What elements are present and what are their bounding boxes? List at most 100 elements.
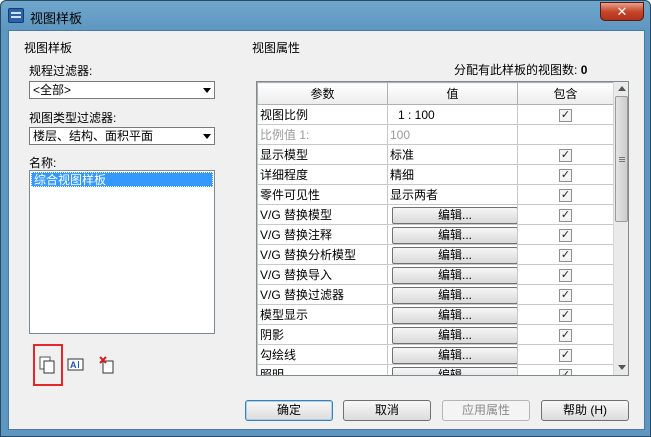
param-value-cell: 编辑... xyxy=(387,304,518,325)
edit-button[interactable]: 编辑... xyxy=(392,326,517,344)
include-cell: ✓ xyxy=(517,204,614,225)
include-checkbox[interactable]: ✓ xyxy=(559,208,572,222)
include-cell: ✓ xyxy=(517,144,614,165)
param-value-cell: 编辑... xyxy=(387,364,518,375)
apply-properties-button[interactable]: 应用属性 xyxy=(442,400,530,421)
edit-button[interactable]: 编辑... xyxy=(392,346,517,364)
include-cell: ✓ xyxy=(517,184,614,205)
include-cell: ✓ xyxy=(517,264,614,285)
table-row[interactable]: 详细程度 精细 ✓ xyxy=(257,164,614,185)
table-row[interactable]: V/G 替换注释 编辑... ✓ xyxy=(257,224,614,245)
delete-icon[interactable] xyxy=(97,354,119,376)
chevron-down-icon xyxy=(203,88,211,93)
view-type-filter-value: 楼层、结构、面积平面 xyxy=(33,129,154,143)
help-button[interactable]: 帮助 (H) xyxy=(541,400,629,421)
table-row[interactable]: V/G 替换分析模型 编辑... ✓ xyxy=(257,244,614,265)
svg-text:A: A xyxy=(70,360,77,370)
param-name-cell: V/G 替换分析模型 xyxy=(257,244,388,265)
param-value-cell: 编辑... xyxy=(387,324,518,345)
edit-button[interactable]: 编辑... xyxy=(392,366,517,375)
include-checkbox[interactable]: ✓ xyxy=(559,248,572,262)
table-row[interactable]: 比例值 1: 100 xyxy=(257,124,614,145)
table-row[interactable]: 阴影 编辑... ✓ xyxy=(257,324,614,345)
param-name-cell: V/G 替换过滤器 xyxy=(257,284,388,305)
param-value-cell: 100 xyxy=(387,124,518,145)
scroll-up-icon[interactable] xyxy=(618,86,626,91)
table-row[interactable]: V/G 替换模型 编辑... ✓ xyxy=(257,204,614,225)
include-cell: ✓ xyxy=(517,224,614,245)
cancel-button[interactable]: 取消 xyxy=(343,400,431,421)
include-checkbox[interactable]: ✓ xyxy=(559,108,572,122)
table-row[interactable]: 零件可见性 显示两者 ✓ xyxy=(257,184,614,205)
param-value-cell: 编辑... xyxy=(387,244,518,265)
assigned-count-label: 分配有此样板的视图数: xyxy=(454,63,578,77)
window-title: 视图样板 xyxy=(30,11,83,26)
view-type-filter-select[interactable]: 楼层、结构、面积平面 xyxy=(29,127,215,145)
column-header-include[interactable]: 包含 xyxy=(517,82,614,105)
edit-button[interactable]: 编辑... xyxy=(392,226,517,244)
include-checkbox[interactable]: ✓ xyxy=(559,268,572,282)
include-checkbox[interactable]: ✓ xyxy=(559,288,572,302)
param-value-cell[interactable]: 标准 xyxy=(387,144,518,165)
param-value-cell[interactable]: 精细 xyxy=(387,164,518,185)
table-row[interactable]: 勾绘线 编辑... ✓ xyxy=(257,344,614,365)
include-checkbox[interactable]: ✓ xyxy=(559,168,572,182)
include-checkbox[interactable]: ✓ xyxy=(559,348,572,362)
param-name-cell: 视图比例 xyxy=(257,104,388,125)
include-checkbox[interactable]: ✓ xyxy=(559,328,572,342)
include-cell: ✓ xyxy=(517,284,614,305)
duplicate-icon[interactable] xyxy=(37,354,59,376)
include-cell: ✓ xyxy=(517,344,614,365)
include-checkbox[interactable]: ✓ xyxy=(559,188,572,202)
param-value-cell: 编辑... xyxy=(387,224,518,245)
scroll-thumb[interactable] xyxy=(615,96,628,222)
param-name-cell: V/G 替换注释 xyxy=(257,224,388,245)
column-header-param[interactable]: 参数 xyxy=(257,82,388,105)
param-name-cell: 显示模型 xyxy=(257,144,388,165)
param-name-cell: 模型显示 xyxy=(257,304,388,325)
table-row[interactable]: 视图比例 1 : 100 ✓ xyxy=(257,104,614,125)
include-cell: ✓ xyxy=(517,104,614,125)
include-checkbox[interactable]: ✓ xyxy=(559,368,572,375)
discipline-filter-label: 规程过滤器: xyxy=(29,64,93,78)
table-row[interactable]: 照明 编辑... ✓ xyxy=(257,364,614,375)
param-name-cell: 阴影 xyxy=(257,324,388,345)
param-name-cell: V/G 替换导入 xyxy=(257,264,388,285)
include-cell: ✓ xyxy=(517,364,614,375)
template-name-list[interactable]: 综合视图样板 xyxy=(29,170,215,334)
param-value-cell[interactable]: 显示两者 xyxy=(387,184,518,205)
table-row[interactable]: V/G 替换过滤器 编辑... ✓ xyxy=(257,284,614,305)
include-checkbox[interactable]: ✓ xyxy=(559,148,572,162)
ok-button[interactable]: 确定 xyxy=(245,400,333,421)
param-value-cell: 编辑... xyxy=(387,264,518,285)
edit-button[interactable]: 编辑... xyxy=(392,206,517,224)
names-label: 名称: xyxy=(29,156,57,170)
include-checkbox[interactable]: ✓ xyxy=(559,228,572,242)
table-row[interactable]: 模型显示 编辑... ✓ xyxy=(257,304,614,325)
close-button[interactable]: ✕ xyxy=(600,2,644,21)
vertical-scrollbar[interactable] xyxy=(613,82,628,375)
scroll-down-icon[interactable] xyxy=(618,365,626,370)
include-checkbox[interactable]: ✓ xyxy=(559,308,572,322)
view-type-filter-label: 视图类型过滤器: xyxy=(29,111,117,125)
include-cell: ✓ xyxy=(517,164,614,185)
title-bar[interactable]: 视图样板 ✕ xyxy=(1,1,650,31)
edit-button[interactable]: 编辑... xyxy=(392,246,517,264)
view-properties-grid[interactable]: 参数 值 包含 视图比例 1 : 100 ✓ 比例值 1: 100 显示模型 标准 ✓ 详细程度… xyxy=(256,81,629,376)
column-header-value[interactable]: 值 xyxy=(387,82,518,105)
param-name-cell: V/G 替换模型 xyxy=(257,204,388,225)
table-row[interactable]: 显示模型 标准 ✓ xyxy=(257,144,614,165)
edit-button[interactable]: 编辑... xyxy=(392,306,517,324)
param-value-cell: 编辑... xyxy=(387,204,518,225)
chevron-down-icon xyxy=(203,134,211,139)
edit-button[interactable]: 编辑... xyxy=(392,286,517,304)
discipline-filter-select[interactable]: <全部> xyxy=(29,81,215,99)
rename-icon[interactable]: A xyxy=(65,354,87,376)
dialog-client-area: 视图样板 规程过滤器: <全部> 视图类型过滤器: 楼层、结构、面积平面 名称:… xyxy=(8,30,645,430)
right-group-title: 视图属性 xyxy=(252,41,301,55)
edit-button[interactable]: 编辑... xyxy=(392,266,517,284)
table-row[interactable]: V/G 替换导入 编辑... ✓ xyxy=(257,264,614,285)
param-name-cell: 照明 xyxy=(257,364,388,375)
param-value-cell[interactable]: 1 : 100 xyxy=(387,104,518,125)
list-item[interactable]: 综合视图样板 xyxy=(31,172,213,187)
